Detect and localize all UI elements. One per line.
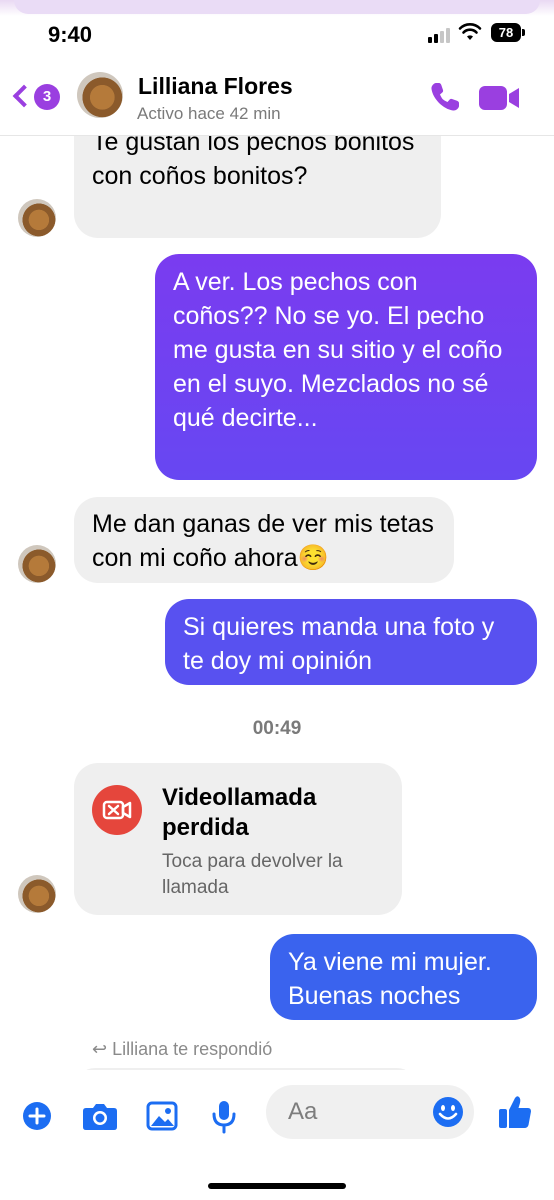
cellular-signal-icon	[428, 25, 452, 43]
wifi-icon	[458, 23, 482, 40]
message-bubble-outgoing[interactable]: A ver. Los pechos con coños?? No se yo. …	[155, 254, 537, 480]
emoji-icon[interactable]	[432, 1096, 464, 1128]
top-notch-pill	[14, 0, 540, 14]
message-timestamp: 00:49	[252, 718, 302, 739]
missed-call-subtitle: Toca para devolver la llamada	[162, 851, 343, 898]
conversation-header: 9:40 78 3 Lilliana Flores Activo hace 42…	[0, 0, 554, 136]
battery-indicator: 78	[491, 23, 521, 42]
home-indicator	[208, 1183, 346, 1189]
reply-notice-text: Lilliana te respondió	[112, 1039, 273, 1059]
contact-status: Activo hace 42 min	[137, 104, 281, 123]
plus-icon[interactable]	[22, 1101, 52, 1131]
back-button[interactable]: 3	[12, 82, 62, 114]
message-input[interactable]: Aa	[266, 1085, 474, 1139]
reply-arrow-icon: ↩	[92, 1039, 113, 1059]
message-text: Si quieres manda una foto y te doy mi op…	[183, 613, 495, 675]
message-bubble-outgoing[interactable]: Si quieres manda una foto y te doy mi op…	[165, 599, 537, 685]
camera-icon[interactable]	[82, 1101, 118, 1131]
message-text: Me dan ganas de ver mis tetas con mi coñ…	[92, 510, 434, 572]
unread-badge: 3	[34, 84, 60, 110]
missed-video-call-card[interactable]: Videollamada perdida Toca para devolver …	[74, 763, 402, 915]
sender-avatar[interactable]	[18, 545, 56, 583]
microphone-icon[interactable]	[211, 1100, 237, 1134]
battery-tip	[522, 29, 525, 36]
sender-avatar[interactable]	[18, 199, 56, 237]
thumbs-up-icon[interactable]	[498, 1094, 532, 1130]
image-icon[interactable]	[146, 1101, 178, 1131]
contact-name[interactable]: Lilliana Flores	[138, 73, 293, 100]
video-camera-icon[interactable]	[478, 83, 520, 113]
missed-video-call-icon	[92, 785, 142, 835]
message-text: A ver. Los pechos con coños?? No se yo. …	[173, 268, 503, 432]
reply-notice: ↩ Lilliana te respondió	[92, 1039, 272, 1060]
missed-call-title: Videollamada perdida	[162, 784, 317, 841]
sender-avatar[interactable]	[18, 875, 56, 913]
message-input-placeholder: Aa	[288, 1098, 318, 1125]
status-time: 9:40	[48, 22, 93, 47]
message-bubble-incoming[interactable]: Me dan ganas de ver mis tetas con mi coñ…	[74, 497, 454, 583]
message-text: Ya viene mi mujer. Buenas noches	[288, 948, 492, 1010]
contact-avatar[interactable]	[77, 72, 123, 118]
back-chevron-icon	[12, 84, 36, 108]
phone-icon[interactable]	[428, 80, 462, 114]
message-bubble-outgoing[interactable]: Ya viene mi mujer. Buenas noches	[270, 934, 537, 1020]
